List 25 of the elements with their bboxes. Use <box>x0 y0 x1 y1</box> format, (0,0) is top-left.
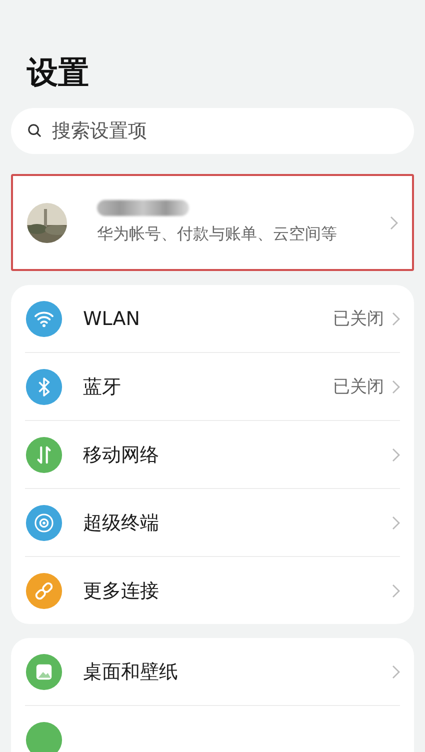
item-label: 移动网络 <box>83 442 160 468</box>
item-label: 更多连接 <box>83 578 160 604</box>
chevron-icon <box>392 516 400 530</box>
item-status: 已关闭 <box>333 376 384 398</box>
settings-item[interactable]: 蓝牙 已关闭 <box>25 352 400 420</box>
item-status: 已关闭 <box>333 308 384 330</box>
settings-item[interactable]: WLAN 已关闭 <box>25 285 400 352</box>
chevron-icon <box>392 448 400 462</box>
settings-item[interactable]: 移动网络 <box>25 420 400 488</box>
chevron-icon <box>392 664 400 678</box>
search-field[interactable]: 搜索设置项 <box>11 108 414 154</box>
item-label: 蓝牙 <box>83 374 122 400</box>
settings-item[interactable]: 桌面和壁纸 <box>25 638 400 705</box>
item-label: 桌面和壁纸 <box>83 660 179 684</box>
chevron-icon <box>392 312 400 326</box>
account-card[interactable]: 华为帐号、付款与账单、云空间等 <box>11 174 414 271</box>
chevron-icon <box>392 584 400 598</box>
account-subtitle: 华为帐号、付款与账单、云空间等 <box>97 224 338 245</box>
page-title: 设置 <box>26 54 90 93</box>
chevron-icon <box>390 216 398 230</box>
settings-item[interactable]: 超级终端 <box>25 488 400 556</box>
chevron-icon <box>392 380 400 394</box>
settings-item[interactable]: 更多连接 <box>25 556 400 624</box>
item-label: WLAN <box>83 308 142 330</box>
item-label: 超级终端 <box>83 510 160 536</box>
